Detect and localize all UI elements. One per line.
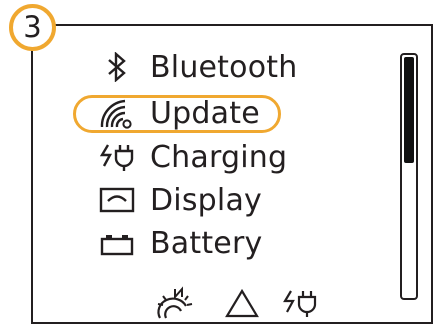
sleep-mode-icon [155,286,195,320]
update-signal-icon [93,96,141,130]
scrollbar[interactable] [400,53,418,300]
menu-item-label: Update [150,95,260,131]
warning-triangle-icon [222,286,262,320]
menu-item-charging[interactable]: Charging [93,137,287,177]
step-number-badge: 3 [9,4,56,51]
menu-item-label: Bluetooth [150,49,298,85]
menu-item-bluetooth[interactable]: Bluetooth [93,47,297,87]
display-icon [93,183,141,217]
charging-plug-icon [280,286,320,320]
menu-item-display[interactable]: Display [93,180,262,220]
battery-icon [93,226,141,260]
scrollbar-thumb[interactable] [404,57,414,163]
menu-item-label: Charging [150,139,288,175]
menu-item-battery[interactable]: Battery [93,223,262,263]
charging-plug-icon [93,140,141,174]
bluetooth-icon [93,50,141,84]
menu-item-update[interactable]: Update [93,93,260,133]
menu-item-label: Battery [150,225,263,261]
menu-item-label: Display [150,182,262,218]
